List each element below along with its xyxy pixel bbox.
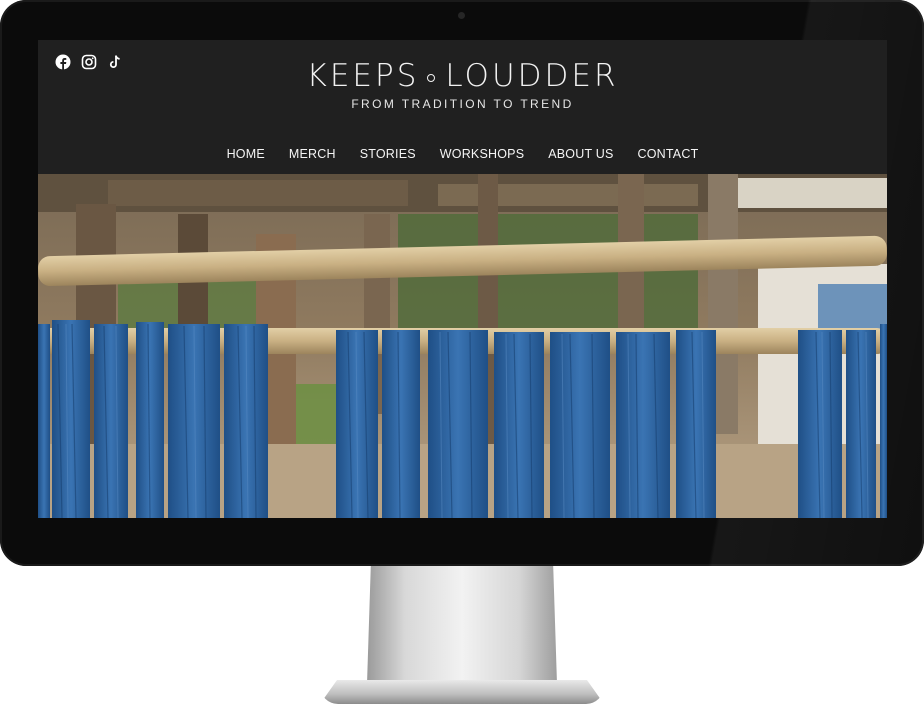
main-nav: HOME MERCH STORIES WORKSHOPS ABOUT US CO… [38, 147, 887, 161]
website-screen: KEEPS LOUDDER FROM TRADITION TO TREND HO… [38, 40, 887, 518]
site-header: KEEPS LOUDDER FROM TRADITION TO TREND HO… [38, 40, 887, 174]
webcam [458, 12, 465, 19]
monitor-frame: KEEPS LOUDDER FROM TRADITION TO TREND HO… [0, 0, 924, 566]
brand-right: LOUDDER [445, 58, 619, 94]
brand-dot [427, 74, 436, 82]
brand-name: KEEPS LOUDDER [38, 58, 887, 94]
site-tagline: FROM TRADITION TO TREND [351, 97, 574, 111]
monitor-stand-base [320, 680, 604, 704]
monitor-stand [367, 566, 557, 684]
hero-image [38, 174, 887, 518]
nav-workshops[interactable]: WORKSHOPS [440, 147, 524, 161]
nav-home[interactable]: HOME [227, 147, 265, 161]
nav-merch[interactable]: MERCH [289, 147, 336, 161]
nav-stories[interactable]: STORIES [360, 147, 416, 161]
nav-contact[interactable]: CONTACT [638, 147, 699, 161]
brand-left: KEEPS [306, 58, 420, 94]
site-logo[interactable]: KEEPS LOUDDER FROM TRADITION TO TREND [38, 58, 887, 111]
nav-about-us[interactable]: ABOUT US [548, 147, 613, 161]
hero-photo-yarn-drying [38, 174, 887, 518]
